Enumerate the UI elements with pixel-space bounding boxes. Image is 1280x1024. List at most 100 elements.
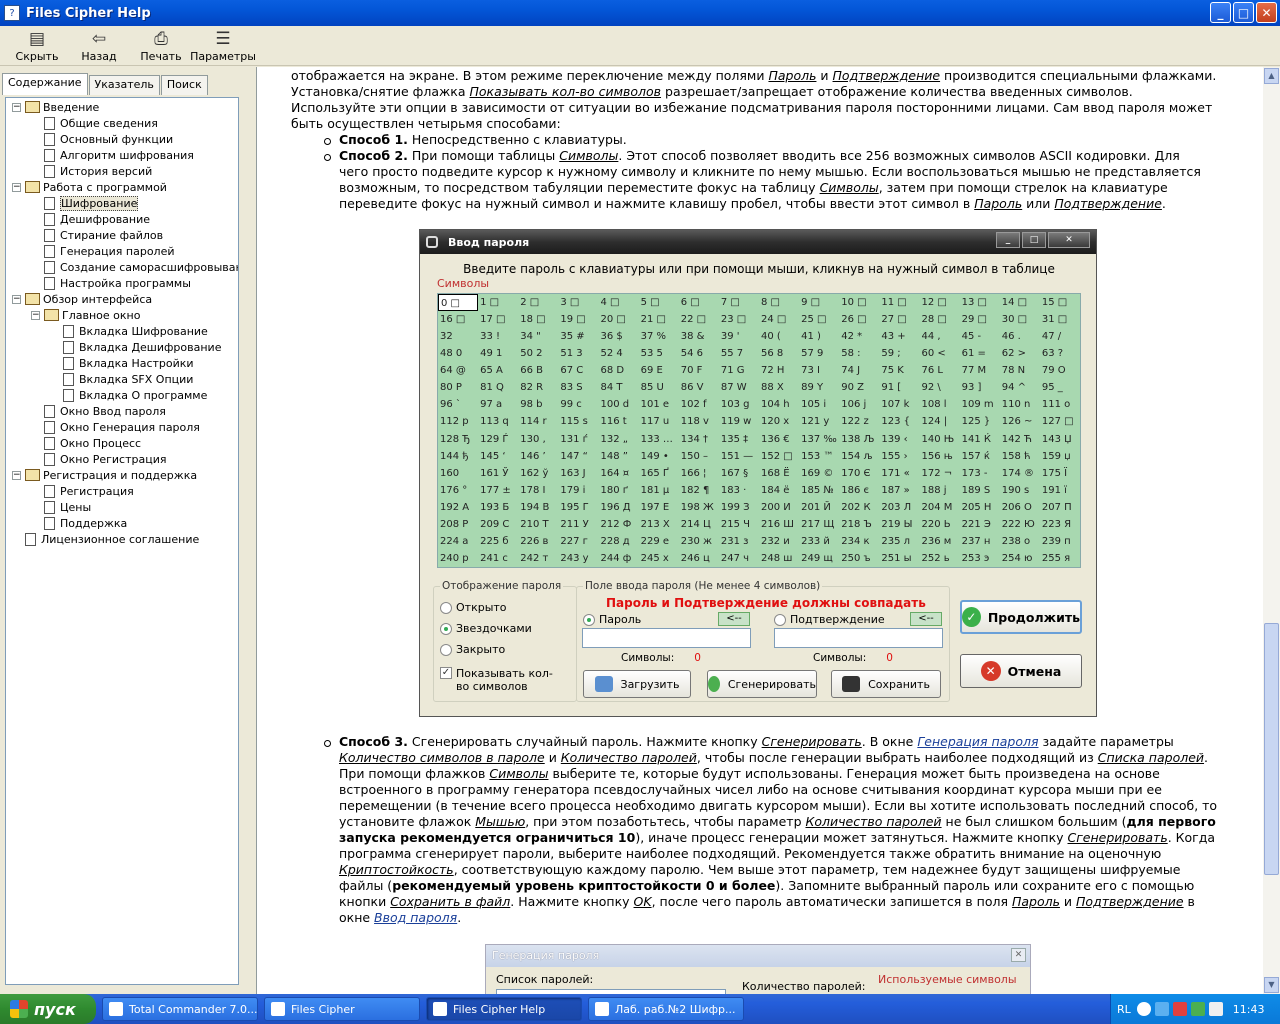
symbol-cell: 13 □ bbox=[961, 297, 987, 308]
symbol-cell: 61 = bbox=[961, 348, 986, 360]
symbol-cell: 242 т bbox=[520, 552, 549, 564]
collapse-icon[interactable]: − bbox=[12, 102, 21, 112]
symbol-cell: 253 э bbox=[961, 552, 990, 564]
symbol-cell: 39 ' bbox=[720, 331, 740, 343]
tree-item[interactable]: Вкладка О программе bbox=[50, 387, 207, 403]
close-button[interactable]: ✕ bbox=[1256, 2, 1277, 23]
content-vertical-scrollbar[interactable]: ▲ ▼ bbox=[1263, 67, 1280, 994]
text-line: окне Ввод пароля. bbox=[339, 910, 462, 925]
scroll-down-icon[interactable]: ▼ bbox=[1264, 977, 1279, 993]
tree-item[interactable]: − Работа с программой bbox=[12, 179, 167, 195]
close-icon: ✕ bbox=[1011, 948, 1026, 962]
task-total-commander[interactable]: Total Commander 7.0... bbox=[102, 997, 258, 1021]
tree-item[interactable]: Настройка программы bbox=[31, 275, 191, 291]
tree-item[interactable]: Алгоритм шифрования bbox=[31, 147, 194, 163]
options-button[interactable]: ☰ Параметры bbox=[190, 26, 256, 66]
task-word-document[interactable]: Лаб. раб.№2 Шифр... bbox=[588, 997, 744, 1021]
lock-icon bbox=[271, 1002, 285, 1016]
collapse-icon[interactable]: − bbox=[12, 294, 21, 304]
text-line: Используйте эти опции в зависимости от с… bbox=[291, 100, 1213, 115]
tree-item[interactable]: Регистрация bbox=[31, 483, 134, 499]
tree-item[interactable]: История версий bbox=[31, 163, 152, 179]
symbol-cell: 122 z bbox=[841, 416, 869, 428]
page-icon bbox=[63, 356, 74, 370]
tree-item[interactable]: − Введение bbox=[12, 99, 99, 115]
network-icon[interactable] bbox=[1154, 1002, 1169, 1016]
tree-item[interactable]: Окно Ввод пароля bbox=[31, 403, 166, 419]
symbol-cell: 161 Ў bbox=[480, 467, 509, 479]
tree-item[interactable]: Лицензионное соглашение bbox=[12, 531, 199, 547]
tree-item[interactable]: Окно Регистрация bbox=[31, 451, 166, 467]
symbol-cell: 226 в bbox=[520, 535, 549, 547]
symbol-cell: 48 0 bbox=[440, 348, 463, 360]
tree-item[interactable]: Окно Генерация пароля bbox=[31, 419, 200, 435]
symbol-cell: 207 П bbox=[1041, 501, 1072, 513]
collapse-icon[interactable]: − bbox=[31, 310, 40, 320]
symbol-cell: 165 Ґ bbox=[640, 467, 669, 479]
tree-item[interactable]: − Обзор интерфейса bbox=[12, 291, 152, 307]
tab-index[interactable]: Указатель bbox=[88, 75, 160, 95]
task-files-cipher-help[interactable]: Files Cipher Help bbox=[426, 997, 582, 1021]
scroll-up-icon[interactable]: ▲ bbox=[1264, 68, 1279, 84]
start-button[interactable]: пуск bbox=[0, 994, 96, 1024]
password-arrow-button: <-- bbox=[718, 612, 750, 626]
text-line: При помощи флажков Символы выберите те, … bbox=[339, 766, 1160, 781]
scroll-thumb[interactable] bbox=[1264, 623, 1279, 875]
tree-item[interactable]: − Главное окно bbox=[31, 307, 140, 323]
task-files-cipher[interactable]: Files Cipher bbox=[264, 997, 420, 1021]
text-line: быть осуществлен четырьмя способами: bbox=[291, 116, 561, 131]
tree-item-label: Окно Регистрация bbox=[60, 452, 167, 466]
tree-item[interactable]: Вкладка SFX Опции bbox=[50, 371, 193, 387]
tree-item[interactable]: − Регистрация и поддержка bbox=[12, 467, 197, 483]
back-button[interactable]: ⇦ Назад bbox=[68, 26, 130, 66]
tree-item[interactable]: Шифрование bbox=[31, 195, 139, 211]
tree-item[interactable]: Основный функции bbox=[31, 131, 173, 147]
minimize-button[interactable]: _ bbox=[1210, 2, 1231, 23]
volume-icon[interactable] bbox=[1208, 1002, 1223, 1016]
symbol-cell: 117 u bbox=[640, 416, 670, 428]
tree-item[interactable]: Дешифрование bbox=[31, 211, 150, 227]
symbol-cell: 72 H bbox=[761, 365, 785, 377]
symbol-cell: 27 □ bbox=[881, 314, 907, 326]
symbol-cell: 25 □ bbox=[801, 314, 827, 326]
tree-item-label: Окно Генерация пароля bbox=[60, 420, 200, 434]
text-line: Способ 2. При помощи таблицы Символы. Эт… bbox=[339, 148, 1180, 163]
symbol-cell: 230 ж bbox=[680, 535, 713, 547]
text-line: Способ 3. Сгенерировать случайный пароль… bbox=[339, 734, 1174, 749]
chevron-left-icon[interactable] bbox=[1136, 1002, 1151, 1016]
symbol-cell: 170 Є bbox=[841, 467, 871, 479]
collapse-icon[interactable]: − bbox=[12, 182, 21, 192]
language-indicator[interactable]: RL bbox=[1117, 1003, 1131, 1016]
dialog-minimize-icon: _ bbox=[996, 232, 1020, 248]
symbol-cell: 49 1 bbox=[480, 348, 503, 360]
maximize-button[interactable]: □ bbox=[1233, 2, 1254, 23]
tree-item[interactable]: Цены bbox=[31, 499, 91, 515]
tree-item[interactable]: Окно Процесс bbox=[31, 435, 141, 451]
tree-item[interactable]: Поддержка bbox=[31, 515, 127, 531]
tree-item[interactable]: Генерация паролей bbox=[31, 243, 175, 259]
tree-item[interactable]: Стирание файлов bbox=[31, 227, 163, 243]
security-icon[interactable] bbox=[1190, 1002, 1205, 1016]
symbol-cell: 215 Ч bbox=[720, 518, 750, 530]
tree-item[interactable]: Вкладка Дешифрование bbox=[50, 339, 221, 355]
print-button[interactable]: ⎙ Печать bbox=[130, 26, 192, 66]
symbol-cell: 21 □ bbox=[640, 314, 666, 326]
back-label: Назад bbox=[81, 50, 117, 63]
symbol-cell: 35 # bbox=[560, 331, 585, 343]
symbol-cell: 188 ј bbox=[921, 484, 947, 496]
symbol-cell: 79 O bbox=[1041, 365, 1066, 377]
antivirus-icon[interactable] bbox=[1172, 1002, 1187, 1016]
symbol-cell: 251 ы bbox=[881, 552, 912, 564]
tab-contents[interactable]: Содержание bbox=[2, 73, 88, 95]
symbol-cell: 222 Ю bbox=[1001, 518, 1035, 530]
tree-item[interactable]: Создание саморасшифровываю bbox=[31, 259, 238, 275]
symbol-cell: 241 с bbox=[480, 552, 508, 564]
collapse-icon[interactable]: − bbox=[12, 470, 21, 480]
tree-item[interactable]: Общие сведения bbox=[31, 115, 158, 131]
tree-item[interactable]: Вкладка Настройки bbox=[50, 355, 194, 371]
tab-search[interactable]: Поиск bbox=[160, 75, 208, 95]
symbol-cell: 69 E bbox=[640, 365, 663, 377]
hide-button[interactable]: ▤ Скрыть bbox=[6, 26, 68, 66]
symbol-cell: 162 ў bbox=[520, 467, 549, 479]
tree-item[interactable]: Вкладка Шифрование bbox=[50, 323, 208, 339]
